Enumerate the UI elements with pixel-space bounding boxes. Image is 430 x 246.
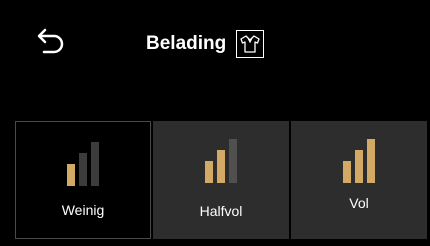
level-bar [343,161,351,183]
level-bar [217,150,225,183]
header: Belading [146,30,265,58]
level-bar [91,142,99,186]
page-title: Belading [146,33,227,54]
option-weinig[interactable]: Weinig [15,121,151,239]
level-bar [79,153,87,186]
option-vol[interactable]: Vol [291,121,427,239]
shirt-icon [240,35,260,53]
level-bar [355,150,363,183]
back-arrow-icon [37,28,64,54]
level-bar [67,164,75,186]
option-label: Halfvol [199,203,243,219]
level-bars [343,137,375,183]
level-bar [229,139,237,183]
level-bar [205,161,213,183]
level-bars [67,140,99,186]
load-options: Weinig Halfvol Vol [15,121,427,239]
option-label: Vol [349,195,369,211]
option-halfvol[interactable]: Halfvol [153,121,289,239]
shirt-icon-box [236,30,265,58]
level-bars [205,137,237,183]
level-bar [367,139,375,183]
option-label: Weinig [61,202,105,218]
back-button[interactable] [30,24,70,60]
